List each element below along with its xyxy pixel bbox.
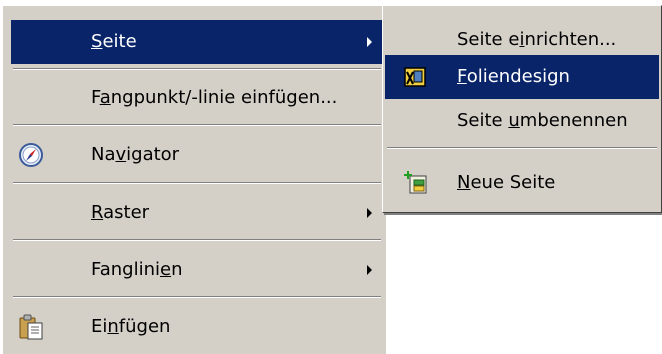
- menu-item-einfuegen[interactable]: Einfügen: [11, 305, 383, 349]
- menu-item-label: Navigator: [91, 144, 180, 165]
- submenu-item-seite-umbenennen[interactable]: Seite umbenennen: [385, 99, 659, 143]
- submenu-arrow-icon: [367, 37, 372, 47]
- menu-separator: [13, 124, 381, 126]
- submenu-separator: [387, 147, 657, 149]
- menu-item-navigator[interactable]: Navigator: [11, 133, 383, 177]
- menu-item-label: Einfügen: [91, 316, 171, 337]
- submenu-arrow-icon: [367, 208, 372, 218]
- submenu-item-label: Neue Seite: [457, 172, 556, 193]
- menu-separator: [13, 182, 381, 184]
- menu-item-seite[interactable]: Seite: [11, 20, 383, 64]
- menu-item-label: Raster: [91, 202, 150, 223]
- submenu-item-foliendesign[interactable]: Foliendesign: [385, 55, 659, 99]
- menu-item-label: Seite: [91, 31, 137, 52]
- clipboard-paste-icon: [17, 313, 45, 341]
- menu-separator: [13, 296, 381, 298]
- compass-icon: [17, 141, 45, 169]
- submenu-item-label: Seite umbenennen: [457, 110, 628, 131]
- slide-design-icon: [403, 64, 429, 90]
- context-menu: Seite Fangpunkt/-linie einfügen... Navig…: [2, 5, 386, 354]
- submenu-seite: Seite einrichten... Foliendesign Seite u…: [382, 5, 662, 213]
- menu-separator: [13, 239, 381, 241]
- new-page-icon: [403, 170, 429, 196]
- submenu-item-neue-seite[interactable]: Neue Seite: [385, 161, 659, 205]
- submenu-arrow-icon: [367, 265, 372, 275]
- menu-item-fanglinien[interactable]: Fanglinien: [11, 248, 383, 292]
- menu-item-label: Fanglinien: [91, 259, 183, 280]
- menu-item-raster[interactable]: Raster: [11, 191, 383, 235]
- menu-item-fangpunkt-einfuegen[interactable]: Fangpunkt/-linie einfügen...: [11, 76, 383, 120]
- menu-item-label: Fangpunkt/-linie einfügen...: [91, 87, 338, 108]
- submenu-item-label: Foliendesign: [457, 66, 570, 87]
- menu-separator: [13, 68, 381, 70]
